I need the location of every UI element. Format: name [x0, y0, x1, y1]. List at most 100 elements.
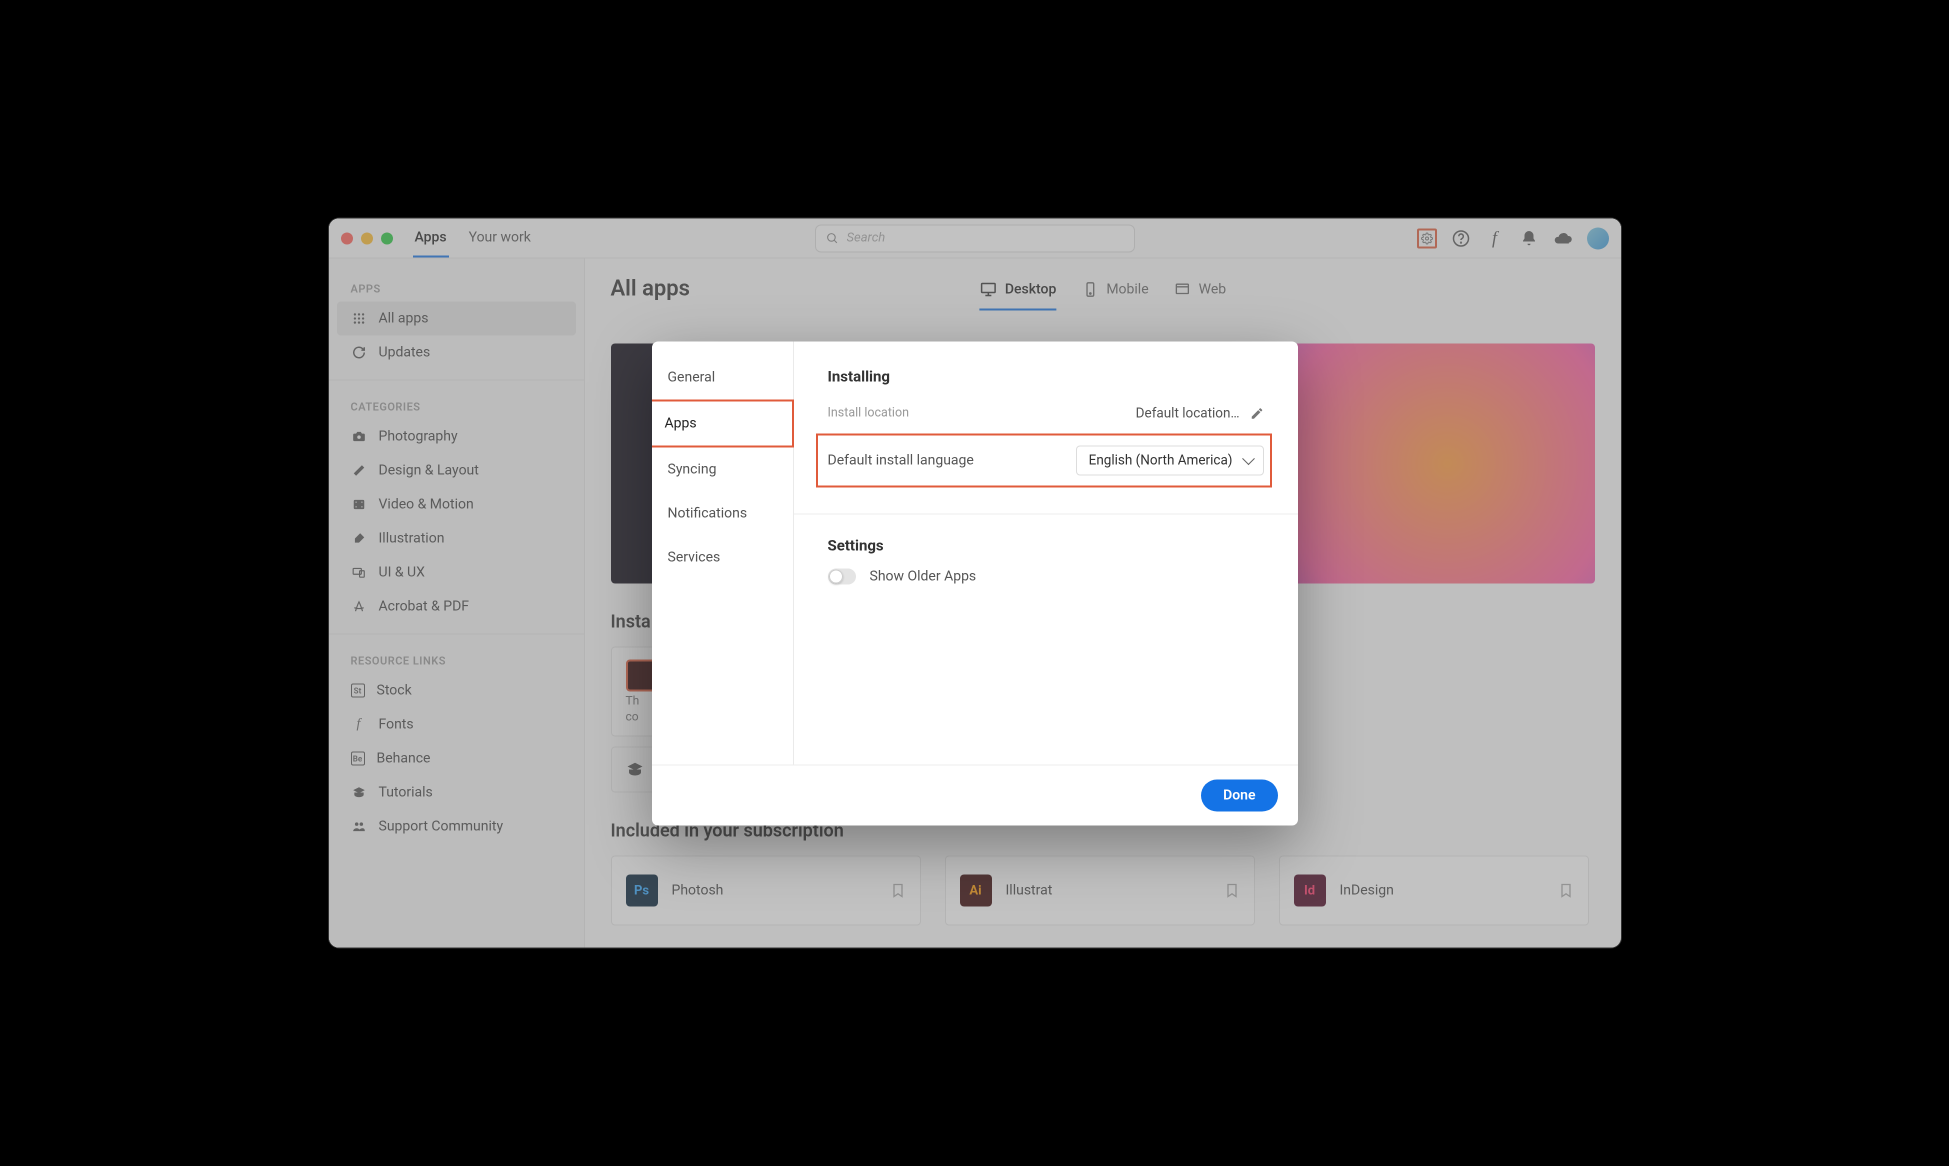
acrobat-icon: [351, 599, 367, 615]
sidebar-item-behance[interactable]: BeBehance: [337, 742, 576, 776]
install-location-label: Install location: [828, 406, 910, 421]
notifications-bell-icon[interactable]: [1519, 228, 1539, 248]
tab-desktop[interactable]: Desktop: [979, 281, 1056, 311]
browser-icon: [1175, 282, 1191, 298]
sidebar-item-acrobat[interactable]: Acrobat & PDF: [337, 590, 576, 624]
sidebar-item-label: Fonts: [379, 717, 414, 733]
header-actions: f: [1417, 227, 1609, 249]
sidebar-item-all-apps[interactable]: All apps: [337, 302, 576, 336]
cloud-icon[interactable]: [1553, 228, 1573, 248]
search-input[interactable]: [847, 231, 1124, 246]
app-name: InDesign: [1340, 883, 1394, 899]
close-window-icon[interactable]: [341, 232, 353, 244]
mobile-icon: [1082, 282, 1098, 298]
bookmark-icon[interactable]: [1558, 883, 1574, 899]
done-button[interactable]: Done: [1201, 779, 1277, 811]
graduation-icon: [351, 785, 367, 801]
indesign-icon: Id: [1294, 875, 1326, 907]
installed-text-1: Th: [626, 694, 640, 708]
show-older-label: Show Older Apps: [870, 568, 977, 584]
zoom-window-icon[interactable]: [381, 232, 393, 244]
illustrator-icon: Ai: [960, 875, 992, 907]
grid-icon: [351, 311, 367, 327]
tab-your-work[interactable]: Your work: [467, 219, 533, 258]
search-field[interactable]: [815, 224, 1135, 252]
devices-icon: [351, 565, 367, 581]
sidebar-item-video[interactable]: Video & Motion: [337, 488, 576, 522]
bookmark-icon[interactable]: [890, 883, 906, 899]
sidebar-item-stock[interactable]: StStock: [337, 674, 576, 708]
dialog-nav-notifications[interactable]: Notifications: [652, 491, 793, 535]
language-value: English (North America): [1089, 452, 1233, 468]
sidebar-item-fonts[interactable]: f Fonts: [337, 708, 576, 742]
sidebar-item-updates[interactable]: Updates: [337, 336, 576, 370]
sidebar-item-illustration[interactable]: Illustration: [337, 522, 576, 556]
edit-pencil-icon[interactable]: [1250, 406, 1264, 420]
sidebar-item-label: All apps: [379, 311, 429, 327]
sidebar-item-label: Updates: [379, 345, 431, 361]
sidebar-item-label: UI & UX: [379, 565, 425, 581]
sidebar-item-label: Support Community: [379, 819, 504, 835]
dialog-nav-apps[interactable]: Apps: [652, 399, 794, 447]
minimize-window-icon[interactable]: [361, 232, 373, 244]
tab-label: Desktop: [1005, 282, 1056, 298]
dialog-content: Installing Install location Default loca…: [794, 341, 1298, 764]
show-older-row: Show Older Apps: [828, 568, 1264, 584]
help-icon[interactable]: [1451, 228, 1471, 248]
sidebar-item-design[interactable]: Design & Layout: [337, 454, 576, 488]
app-name: Photosh: [672, 883, 724, 899]
language-dropdown[interactable]: English (North America): [1076, 445, 1264, 475]
settings-gear-icon[interactable]: [1417, 228, 1437, 248]
app-window: Apps Your work f APPS: [329, 219, 1621, 948]
app-card-row: Ps Photosh Ai Illustrat Id InDesign: [611, 856, 1595, 926]
install-location-value: Default location…: [1136, 405, 1240, 421]
show-older-toggle[interactable]: [828, 568, 856, 584]
platform-tabs: Desktop Mobile Web: [979, 281, 1226, 311]
sidebar-item-photography[interactable]: Photography: [337, 420, 576, 454]
camera-icon: [351, 429, 367, 445]
sidebar-item-label: Tutorials: [379, 785, 433, 801]
dialog-nav-syncing[interactable]: Syncing: [652, 447, 793, 491]
people-icon: [351, 819, 367, 835]
app-card-illustrator[interactable]: Ai Illustrat: [945, 856, 1255, 926]
search-icon: [826, 231, 839, 245]
user-avatar[interactable]: [1587, 227, 1609, 249]
sidebar-section-categories: CATEGORIES: [337, 391, 576, 420]
tab-mobile[interactable]: Mobile: [1082, 281, 1148, 311]
tab-apps[interactable]: Apps: [413, 219, 449, 258]
fonts-icon[interactable]: f: [1485, 228, 1505, 248]
dialog-nav-services[interactable]: Services: [652, 535, 793, 579]
sidebar-item-tutorials[interactable]: Tutorials: [337, 776, 576, 810]
install-location-row: Install location Default location…: [828, 399, 1264, 427]
sidebar-item-uiux[interactable]: UI & UX: [337, 556, 576, 590]
preferences-dialog: General Apps Syncing Notifications Servi…: [652, 341, 1298, 825]
sidebar-item-label: Stock: [377, 683, 412, 699]
settings-heading: Settings: [828, 536, 1264, 554]
sidebar-item-label: Video & Motion: [379, 497, 474, 513]
sidebar-item-label: Illustration: [379, 531, 445, 547]
app-card-photoshop[interactable]: Ps Photosh: [611, 856, 921, 926]
app-card-indesign[interactable]: Id InDesign: [1279, 856, 1589, 926]
brush-icon: [351, 531, 367, 547]
graduation-icon: [626, 761, 644, 779]
page-title: All apps: [611, 277, 690, 302]
tab-label: Mobile: [1106, 282, 1148, 298]
tab-web[interactable]: Web: [1175, 281, 1227, 311]
photoshop-icon: Ps: [626, 875, 658, 907]
tab-label: Web: [1199, 282, 1227, 298]
sidebar-item-support[interactable]: Support Community: [337, 810, 576, 844]
font-icon: f: [351, 717, 367, 733]
bookmark-icon[interactable]: [1224, 883, 1240, 899]
behance-icon: Be: [351, 752, 365, 766]
installing-heading: Installing: [828, 367, 1264, 385]
sidebar-item-label: Photography: [379, 429, 458, 445]
sidebar-item-label: Design & Layout: [379, 463, 479, 479]
sidebar-item-label: Acrobat & PDF: [379, 599, 470, 615]
window-controls: [341, 232, 393, 244]
titlebar: Apps Your work f: [329, 219, 1621, 259]
app-name: Illustrat: [1006, 883, 1053, 899]
dialog-nav-general[interactable]: General: [652, 355, 793, 399]
sidebar-section-apps: APPS: [337, 273, 576, 302]
top-tabs: Apps Your work: [413, 219, 533, 258]
film-icon: [351, 497, 367, 513]
